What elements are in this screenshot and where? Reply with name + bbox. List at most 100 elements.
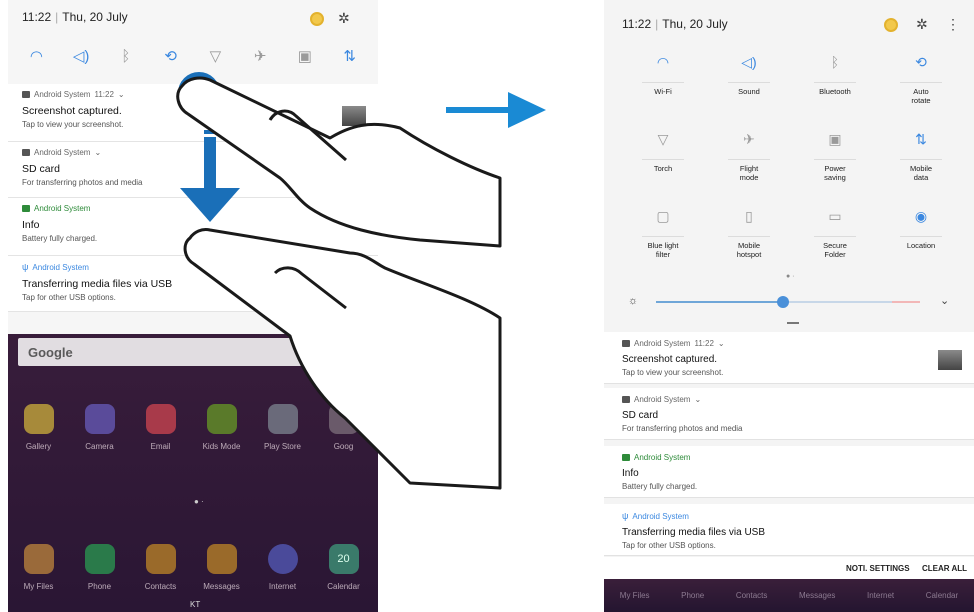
notification-title: Screenshot captured. — [622, 354, 718, 365]
notification-sd-card[interactable]: Android System ⌄ SD card For transferring… — [604, 388, 974, 440]
app-internet[interactable]: Internet — [252, 544, 313, 591]
tile-location[interactable]: ◉ Location — [886, 208, 956, 250]
app-calendar[interactable]: 20 Calendar — [313, 544, 374, 591]
app-camera[interactable]: Camera — [69, 404, 130, 451]
brightness-slider-fill — [656, 301, 783, 303]
brightness-slider[interactable] — [656, 296, 920, 308]
dock-phone[interactable]: Phone — [681, 591, 704, 600]
sound-icon[interactable]: ◁) — [69, 47, 93, 65]
blue-light-filter-icon: ▢ — [656, 208, 670, 224]
app-contacts[interactable]: Contacts — [130, 544, 191, 591]
tile-secure-folder[interactable]: ▭ Secure Folder — [800, 208, 870, 259]
dock-apps-row: My Files Phone Contacts Messages Interne… — [8, 544, 378, 591]
chevron-down-icon[interactable]: ⌄ — [94, 148, 101, 157]
dock-my-files[interactable]: My Files — [620, 591, 650, 600]
notification-body: Battery fully charged. — [622, 482, 698, 491]
tile-label: Auto rotate — [911, 87, 931, 105]
tile-sound[interactable]: ◁) Sound — [714, 54, 784, 96]
notification-source: Android System — [34, 90, 91, 99]
brightness-row: ☼ ⌄ — [604, 290, 974, 314]
tile-label: Location — [906, 241, 936, 250]
app-messages[interactable]: Messages — [191, 544, 252, 591]
location-icon: ◉ — [914, 208, 928, 224]
tile-label: Mobile hotspot — [736, 241, 762, 259]
tile-torch[interactable]: ▽ Torch — [628, 131, 698, 173]
messages-icon — [206, 544, 237, 574]
chevron-down-icon[interactable]: ⌄ — [694, 395, 701, 404]
tile-auto-rotate[interactable]: ⟲ Auto rotate — [886, 54, 956, 105]
right-phone-screen: 11:22 | Thu, 20 July ✲ ⋮ ◠ Wi-Fi ◁) Sound ᛒ B… — [604, 0, 974, 612]
app-gallery[interactable]: Gallery — [8, 404, 69, 451]
brightness-slider-warning — [892, 301, 920, 303]
auto-rotate-icon[interactable]: ⟲ — [159, 47, 183, 65]
notification-source: Android System — [634, 339, 691, 348]
folder-icon — [23, 544, 54, 574]
phone-icon — [84, 544, 115, 574]
status-bar: 11:22 | Thu, 20 July ✲ ⋮ — [622, 16, 960, 33]
panel-drag-handle[interactable] — [787, 322, 799, 324]
carrier-label: KT — [190, 600, 201, 609]
status-time: 11:22 — [22, 10, 52, 24]
app-my-files[interactable]: My Files — [8, 544, 69, 591]
app-phone[interactable]: Phone — [69, 544, 130, 591]
app-label: Messages — [203, 582, 240, 591]
chevron-down-icon[interactable]: ⌄ — [118, 90, 125, 99]
usb-icon: ψ — [22, 262, 29, 272]
notification-time: 11:22 — [94, 90, 114, 99]
gear-icon[interactable]: ✲ — [338, 10, 350, 27]
tile-label: Power saving — [824, 164, 846, 182]
camera-icon — [84, 404, 115, 434]
noti-settings-button[interactable]: NOTI. SETTINGS — [846, 564, 910, 573]
tile-label: Torch — [653, 164, 673, 173]
tile-blue-light-filter[interactable]: ▢ Blue light filter — [628, 208, 698, 259]
screenshot-thumbnail — [938, 350, 962, 370]
bluetooth-icon[interactable]: ᛒ — [114, 48, 138, 65]
sd-card-icon — [22, 149, 30, 156]
notification-time: 11:22 — [694, 339, 714, 348]
tile-mobile-hotspot[interactable]: ▯ Mobile hotspot — [714, 208, 784, 259]
torch-icon[interactable]: ▽ — [203, 47, 227, 65]
flight-mode-icon[interactable]: ✈ — [248, 47, 272, 65]
notification-body: For transferring photos and media — [622, 424, 743, 433]
auto-rotate-icon: ⟲ — [915, 54, 927, 70]
notification-title: Transferring media files via USB — [622, 527, 766, 538]
tile-bluetooth[interactable]: ᛒ Bluetooth — [800, 54, 870, 96]
brightness-slider-thumb[interactable] — [776, 296, 789, 308]
notification-title: SD card — [622, 410, 659, 421]
image-icon — [22, 91, 30, 98]
more-options-icon[interactable]: ⋮ — [946, 16, 960, 33]
notification-source: Android System — [34, 148, 91, 157]
notification-screenshot[interactable]: Android System 11:22 ⌄ Screenshot captured… — [604, 332, 974, 384]
notification-usb[interactable]: ψ Android System Transferring media files… — [604, 504, 974, 556]
notification-source: Android System — [634, 395, 691, 404]
clear-all-button[interactable]: CLEAR ALL — [922, 564, 967, 573]
dock-contacts[interactable]: Contacts — [736, 591, 768, 600]
mobile-data-icon[interactable]: ⇅ — [338, 47, 362, 65]
app-label: Phone — [87, 582, 112, 591]
dock-internet[interactable]: Internet — [867, 591, 894, 600]
notification-info[interactable]: Android System Info Battery fully charge… — [604, 446, 974, 498]
profile-avatar[interactable] — [884, 18, 898, 32]
tile-power-saving[interactable]: ▣ Power saving — [800, 131, 870, 182]
status-bar: 11:22 | Thu, 20 July ✲ — [22, 10, 350, 27]
wifi-icon[interactable]: ◠ — [24, 47, 48, 65]
dock-calendar[interactable]: Calendar — [926, 591, 958, 600]
chevron-down-icon[interactable]: ⌄ — [718, 339, 725, 348]
power-saving-icon[interactable]: ▣ — [293, 47, 317, 65]
notification-source: Android System — [32, 262, 89, 272]
tile-flight-mode[interactable]: ✈ Flight mode — [714, 131, 784, 182]
chevron-down-icon[interactable]: ⌄ — [940, 294, 949, 307]
tile-label: Bluetooth — [819, 87, 851, 96]
profile-avatar[interactable] — [310, 12, 324, 26]
tile-wifi[interactable]: ◠ Wi-Fi — [628, 54, 698, 96]
app-label: My Files — [23, 582, 54, 591]
contacts-icon — [145, 544, 176, 574]
tile-mobile-data[interactable]: ⇅ Mobile data — [886, 131, 956, 182]
wifi-icon: ◠ — [656, 54, 670, 70]
mobile-data-icon: ⇅ — [915, 131, 927, 147]
gear-icon[interactable]: ✲ — [916, 16, 928, 33]
dock-labels: My Files Phone Contacts Messages Interne… — [604, 579, 974, 612]
tile-label: Flight mode — [739, 164, 759, 182]
status-date: Thu, 20 July — [662, 17, 728, 31]
dock-messages[interactable]: Messages — [799, 591, 835, 600]
